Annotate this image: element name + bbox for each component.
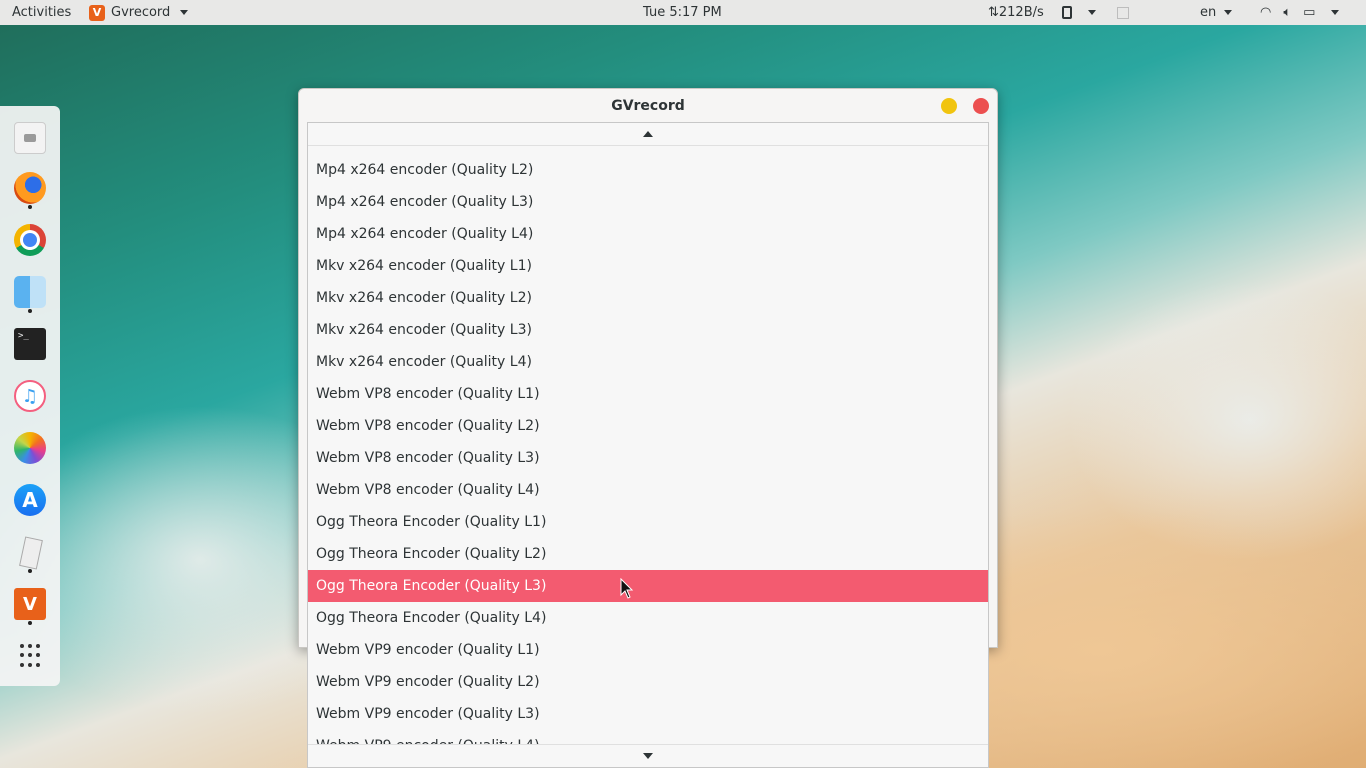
scroll-down-arrow[interactable]	[308, 744, 988, 767]
top-bar: Activities V Gvrecord Tue 5:17 PM ⇅212B/…	[0, 0, 1366, 25]
encoder-option[interactable]: Mp4 x264 encoder (Quality L4)	[308, 218, 988, 250]
firefox-icon[interactable]	[14, 172, 46, 204]
workspace-icon	[1117, 6, 1129, 19]
battery-icon: ▭	[1303, 5, 1316, 20]
volume-icon: 🔈︎	[1283, 5, 1292, 20]
chevron-down-icon	[180, 10, 189, 15]
encoder-option[interactable]: Webm VP8 encoder (Quality L3)	[308, 442, 988, 474]
activities-button[interactable]: Activities	[12, 0, 71, 25]
running-indicator	[28, 309, 32, 313]
encoder-option[interactable]: Mkv x264 encoder (Quality L2)	[308, 282, 988, 314]
window-title: GVrecord	[611, 98, 685, 114]
clipboard-indicator[interactable]	[1062, 0, 1096, 25]
file-manager-icon[interactable]	[14, 276, 46, 308]
clock[interactable]: Tue 5:17 PM	[643, 0, 722, 25]
encoder-option[interactable]: Mp4 x264 encoder (Quality L3)	[308, 186, 988, 218]
encoder-option[interactable]: Ogg Theora Encoder (Quality L2)	[308, 538, 988, 570]
show-applications-icon[interactable]	[14, 640, 46, 672]
encoder-option[interactable]: Ogg Theora Encoder (Quality L3)	[308, 570, 988, 602]
encoder-option[interactable]: Webm VP8 encoder (Quality L2)	[308, 410, 988, 442]
arrow-up-icon	[643, 131, 653, 137]
running-indicator	[28, 569, 32, 573]
mouse-cursor-icon	[620, 578, 634, 599]
chevron-down-icon	[1088, 10, 1096, 15]
network-speed-indicator[interactable]: ⇅212B/s	[988, 0, 1044, 25]
language-selector[interactable]: en	[1200, 0, 1233, 25]
workspace-indicator[interactable]	[1117, 0, 1129, 25]
running-indicator	[28, 621, 32, 625]
close-button[interactable]	[973, 98, 989, 114]
scroll-up-arrow[interactable]	[308, 123, 988, 146]
music-icon[interactable]: ♫	[14, 380, 46, 412]
language-label: en	[1200, 5, 1217, 20]
encoder-option[interactable]: Webm VP9 encoder (Quality L1)	[308, 634, 988, 666]
encoder-option[interactable]: Mkv x264 encoder (Quality L4)	[308, 346, 988, 378]
system-menu[interactable]: ◠ 🔈︎ ▭	[1260, 0, 1340, 25]
gvrecord-app-icon: V	[89, 4, 105, 21]
encoder-option[interactable]: Webm VP8 encoder (Quality L4)	[308, 474, 988, 506]
encoder-option[interactable]: Mp4 x264 encoder (Quality L2)	[308, 154, 988, 186]
arrow-down-icon	[643, 753, 653, 759]
chrome-icon[interactable]	[14, 224, 46, 256]
app-menu-label: Gvrecord	[111, 5, 171, 20]
encoder-dropdown-menu: Mp4 x264 encoder (Quality L1)Mp4 x264 en…	[307, 122, 989, 768]
encoder-option[interactable]: Webm VP8 encoder (Quality L1)	[308, 378, 988, 410]
app-menu[interactable]: V Gvrecord	[89, 0, 189, 25]
minimize-button[interactable]	[941, 98, 957, 114]
encoder-option[interactable]: Ogg Theora Encoder (Quality L4)	[308, 602, 988, 634]
chevron-down-icon	[1224, 10, 1233, 15]
terminal-icon[interactable]: >_	[14, 328, 46, 360]
wifi-icon: ◠	[1260, 5, 1272, 20]
gvrecord-icon[interactable]: V	[14, 588, 46, 620]
dock: >_ ♫ A V	[0, 106, 60, 686]
encoder-option[interactable]: Ogg Theora Encoder (Quality L1)	[308, 506, 988, 538]
app-store-icon[interactable]: A	[14, 484, 46, 516]
photos-icon[interactable]	[14, 432, 46, 464]
chevron-down-icon	[1331, 10, 1340, 15]
encoder-option[interactable]: Webm VP9 encoder (Quality L3)	[308, 698, 988, 730]
screenshot-app-icon[interactable]	[14, 122, 46, 154]
clipboard-icon	[1062, 6, 1072, 19]
text-editor-icon[interactable]	[14, 536, 46, 568]
encoder-option[interactable]: Webm VP9 encoder (Quality L2)	[308, 666, 988, 698]
running-indicator	[28, 205, 32, 209]
encoder-option[interactable]: Mkv x264 encoder (Quality L3)	[308, 314, 988, 346]
encoder-option[interactable]: Mkv x264 encoder (Quality L1)	[308, 250, 988, 282]
